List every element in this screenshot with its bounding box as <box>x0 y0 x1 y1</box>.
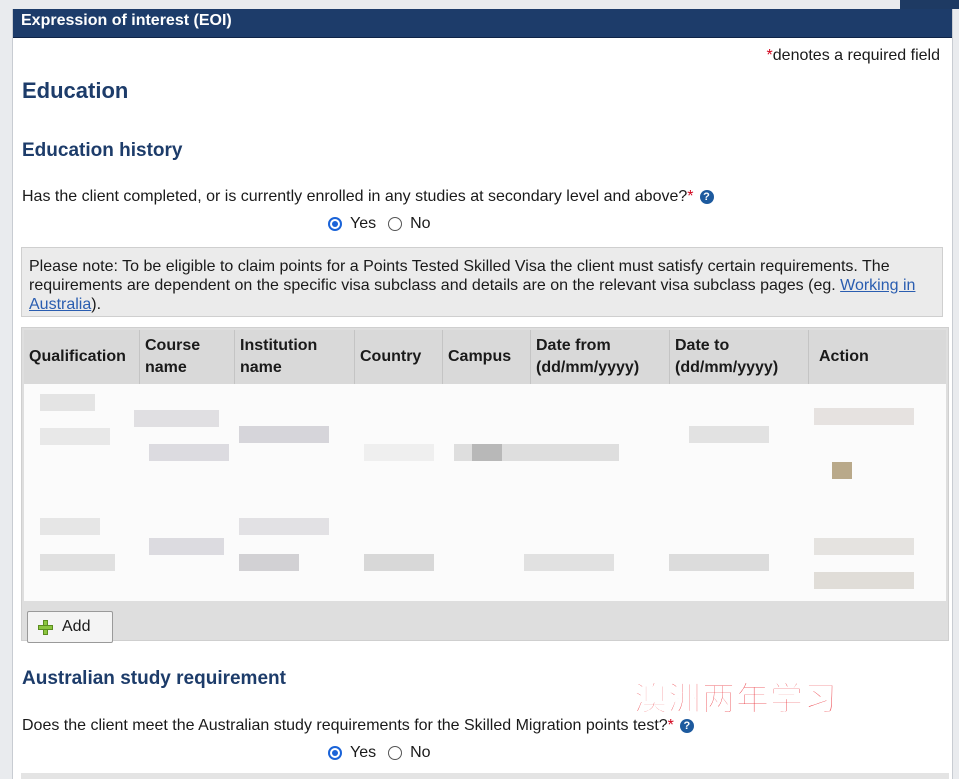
col-date-from: Date from (dd/mm/yyyy) <box>531 330 670 384</box>
col-country: Country <box>355 330 443 384</box>
studies-yes-radio[interactable] <box>328 217 342 231</box>
add-button[interactable]: Add <box>27 611 113 643</box>
studies-no-radio[interactable] <box>388 217 403 231</box>
table-row <box>24 384 946 492</box>
aus-study-radio-group: Yes No <box>328 744 443 762</box>
aus-study-yes-label[interactable]: Yes <box>350 744 376 762</box>
required-star: * <box>667 717 674 734</box>
required-field-note: *denotes a required field <box>767 47 940 65</box>
aus-study-no-radio[interactable] <box>388 746 403 760</box>
studies-yes-label[interactable]: Yes <box>350 215 376 233</box>
col-qualification: Qualification <box>24 330 140 384</box>
aus-study-yes-radio[interactable] <box>328 746 342 760</box>
australian-study-title: Australian study requirement <box>22 668 286 689</box>
table-body-obscured <box>24 384 946 601</box>
table-row <box>24 502 946 601</box>
page-header-title: Expression of interest (EOI) <box>21 12 232 29</box>
col-action: Action <box>819 348 869 365</box>
plus-icon <box>38 619 53 635</box>
eligibility-note-text: Please note: To be eligible to claim poi… <box>29 258 890 294</box>
eligibility-note-end: ). <box>91 296 102 313</box>
help-icon[interactable]: ? <box>699 190 714 204</box>
watermark-text: 澳洲两年学习 <box>634 679 838 719</box>
studies-question: Has the client completed, or is currentl… <box>22 188 714 206</box>
education-title: Education <box>22 78 129 103</box>
col-institution-name: Institution name <box>235 330 355 384</box>
required-star: * <box>687 188 694 205</box>
education-table: Qualification Course name Institution na… <box>21 327 949 643</box>
col-date-to: Date to (dd/mm/yyyy) <box>670 330 809 384</box>
education-history-title: Education history <box>22 140 183 161</box>
eoi-page: Expression of interest (EOI) *denotes a … <box>12 9 953 779</box>
help-icon[interactable]: ? <box>679 719 694 733</box>
col-campus: Campus <box>443 330 531 384</box>
aus-study-question: Does the client meet the Australian stud… <box>22 717 694 735</box>
table-header-row: Qualification Course name Institution na… <box>24 330 946 384</box>
page-header: Expression of interest (EOI) <box>13 9 952 38</box>
studies-no-label[interactable]: No <box>410 215 430 233</box>
studies-question-text: Has the client completed, or is currentl… <box>22 188 688 205</box>
eligibility-note: Please note: To be eligible to claim poi… <box>21 247 943 317</box>
aus-study-no-label[interactable]: No <box>410 744 430 762</box>
aus-study-question-text: Does the client meet the Australian stud… <box>22 717 668 734</box>
add-button-label: Add <box>62 618 91 635</box>
next-section-edge <box>21 773 949 779</box>
window-edge <box>900 0 959 9</box>
studies-radio-group: Yes No <box>328 215 443 233</box>
col-course-name: Course name <box>140 330 235 384</box>
required-note-text: denotes a required field <box>772 47 940 64</box>
